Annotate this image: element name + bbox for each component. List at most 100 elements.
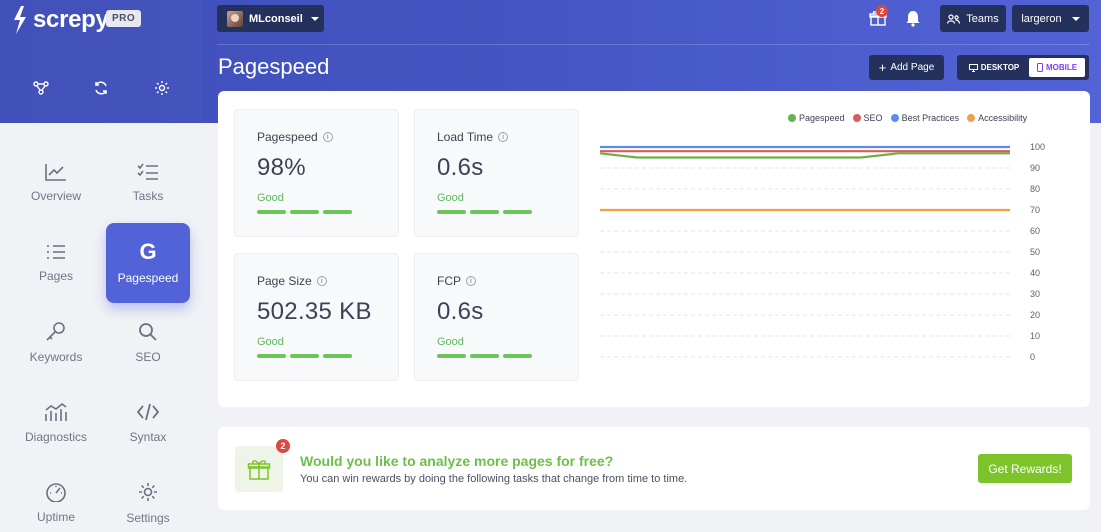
metric-label: Page Size <box>257 274 312 288</box>
code-icon <box>136 403 160 421</box>
y-tick-label: 90 <box>1030 163 1040 173</box>
metric-card-pagespeed: Pagespeed i 98% Good <box>234 109 399 237</box>
user-name: largeron <box>1021 12 1062 25</box>
legend-dot <box>852 114 861 122</box>
reward-gift-box: 2 <box>235 439 290 492</box>
refresh-button[interactable] <box>91 78 111 98</box>
metric-card-page-size: Page Size i 502.35 KB Good <box>234 253 399 381</box>
sitemap-button[interactable] <box>31 78 51 98</box>
sidebar-item-pagespeed[interactable]: G Pagespeed <box>106 223 190 303</box>
metric-status: Good <box>437 336 464 348</box>
mobile-label: MOBILE <box>1045 63 1078 72</box>
metric-status: Good <box>257 336 284 348</box>
mobile-phone-icon <box>1036 63 1043 72</box>
metric-status: Good <box>437 192 464 204</box>
monitor-icon <box>968 63 978 72</box>
rewards-title: Would you like to analyze more pages for… <box>300 453 614 469</box>
bell-icon <box>906 11 920 27</box>
rewards-card: 2 Would you like to analyze more pages f… <box>218 427 1090 510</box>
get-rewards-button[interactable]: Get Rewards! <box>978 454 1072 483</box>
sidebar-item-uptime[interactable]: Uptime <box>14 463 98 532</box>
legend-item-seo[interactable]: SEO <box>852 113 883 123</box>
y-tick-label: 20 <box>1030 310 1040 320</box>
y-tick-label: 60 <box>1030 226 1040 236</box>
info-icon[interactable]: i <box>466 276 476 286</box>
metric-card-fcp: FCP i 0.6s Good <box>414 253 579 381</box>
chevron-down-icon <box>1071 16 1080 21</box>
info-icon[interactable]: i <box>316 276 327 286</box>
sidebar-item-label: Tasks <box>132 189 164 203</box>
list-icon <box>47 245 65 259</box>
y-tick-label: 50 <box>1030 247 1040 257</box>
pagespeed-card: Pagespeed i 98% Good Load Time i 0.6s Good… <box>218 91 1090 407</box>
legend-item-accessibility[interactable]: Accessibility <box>967 113 1027 123</box>
gear-icon <box>139 483 157 501</box>
sidebar-item-label: Overview <box>30 189 81 203</box>
user-menu-button[interactable]: largeron <box>1012 5 1089 32</box>
diagnostics-chart-icon <box>45 402 67 421</box>
y-tick-label: 30 <box>1030 289 1040 299</box>
chart-legend: Pagespeed SEO Best Practices Accessibili… <box>788 113 1027 123</box>
sidebar-item-settings[interactable]: Settings <box>106 463 190 532</box>
legend-label: Pagespeed <box>799 113 845 123</box>
rewards-count-badge: 2 <box>276 439 290 453</box>
key-icon <box>46 322 65 341</box>
sidebar-item-label: Keywords <box>29 350 83 364</box>
sidebar-item-seo[interactable]: SEO <box>106 303 190 383</box>
header-divider <box>217 44 1090 45</box>
project-selector[interactable]: MLconseil <box>217 5 324 32</box>
sidebar-item-syntax[interactable]: Syntax <box>106 383 190 463</box>
legend-item-pagespeed[interactable]: Pagespeed <box>788 113 845 123</box>
project-avatar <box>227 10 243 27</box>
rewards-subtitle: You can win rewards by doing the followi… <box>300 473 688 485</box>
refresh-icon <box>95 81 107 95</box>
status-bars <box>437 210 578 214</box>
metric-value: 0.6s <box>437 154 484 181</box>
sidebar-item-label: Uptime <box>36 510 75 524</box>
metric-value: 0.6s <box>437 298 484 325</box>
gift-icon <box>247 460 271 480</box>
metric-status: Good <box>257 192 284 204</box>
metric-label: Load Time <box>437 130 494 144</box>
sidebar-item-label: Pages <box>38 269 74 283</box>
y-tick-label: 70 <box>1030 205 1040 215</box>
bolt-logo-icon <box>14 6 26 34</box>
sidebar-item-tasks[interactable]: Tasks <box>106 143 190 223</box>
mobile-toggle-button[interactable]: MOBILE <box>1029 58 1085 77</box>
y-tick-label: 10 <box>1030 331 1040 341</box>
notifications-button[interactable] <box>904 9 922 32</box>
legend-label: Best Practices <box>901 113 960 123</box>
sidebar-item-label: Diagnostics <box>24 430 88 444</box>
info-icon[interactable]: i <box>498 132 509 142</box>
page-title: Pagespeed <box>218 54 330 79</box>
screpy-logo[interactable]: screpy <box>12 6 109 34</box>
pro-badge: PRO <box>106 10 142 27</box>
pagespeed-line-chart: 0 10 20 30 40 50 60 70 80 90 100 <box>599 142 1045 362</box>
sidebar-item-diagnostics[interactable]: Diagnostics <box>14 383 98 463</box>
search-icon <box>139 323 157 341</box>
info-icon[interactable]: i <box>322 132 333 142</box>
gift-button[interactable]: 2 <box>869 5 888 32</box>
chart-line-icon <box>45 164 66 181</box>
y-tick-label: 0 <box>1030 352 1035 362</box>
y-tick-label: 80 <box>1030 184 1040 194</box>
legend-item-best-practices[interactable]: Best Practices <box>890 113 960 123</box>
sidebar-item-label: SEO <box>135 350 161 364</box>
add-page-label: Add Page <box>890 62 935 73</box>
teams-button[interactable]: Teams <box>940 5 1006 32</box>
device-toggle: DESKTOP MOBILE <box>957 55 1089 80</box>
sidebar-item-label: Settings <box>126 511 170 525</box>
status-bars <box>437 354 578 358</box>
desktop-toggle-button[interactable]: DESKTOP <box>959 58 1029 77</box>
legend-label: SEO <box>863 113 883 123</box>
settings-button[interactable] <box>152 78 172 98</box>
status-bars <box>257 210 398 214</box>
sidebar-item-keywords[interactable]: Keywords <box>14 303 98 383</box>
metric-value: 98% <box>257 154 306 181</box>
add-page-button[interactable]: + Add Page <box>869 55 944 80</box>
sidebar-item-overview[interactable]: Overview <box>14 143 98 223</box>
series-line-pagespeed[interactable] <box>599 152 1010 159</box>
gauge-icon <box>46 483 66 502</box>
sidebar-item-pages[interactable]: Pages <box>14 223 98 303</box>
teams-label: Teams <box>966 12 999 25</box>
